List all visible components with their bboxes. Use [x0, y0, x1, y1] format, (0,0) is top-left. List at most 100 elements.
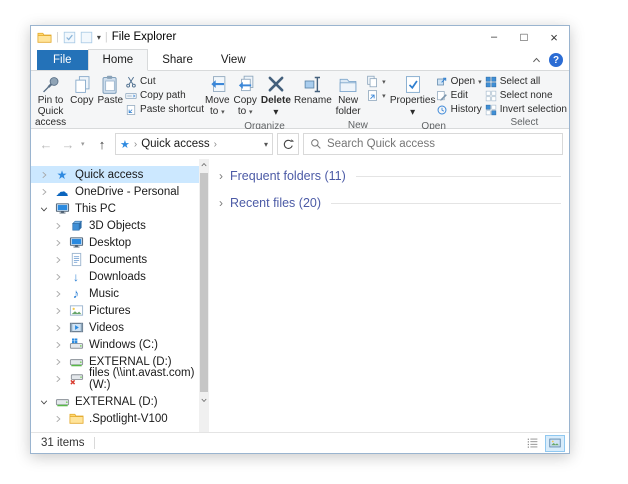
paste-shortcut-button[interactable]: Paste shortcut — [125, 103, 204, 116]
breadcrumb-chevron-icon[interactable]: › — [134, 139, 137, 150]
sidebar-item-quick-access[interactable]: ★ Quick access — [31, 166, 199, 183]
scroll-up-icon[interactable] — [199, 159, 209, 171]
chevron-right-icon[interactable] — [39, 187, 49, 197]
sidebar-item-desktop[interactable]: Desktop — [31, 234, 199, 251]
breadcrumb-path[interactable]: Quick access — [141, 138, 209, 150]
desktop-icon — [69, 235, 84, 250]
easy-access-icon — [366, 89, 379, 102]
chevron-right-icon[interactable] — [53, 414, 63, 424]
edit-button[interactable]: Edit — [436, 89, 482, 102]
pin-to-quick-access-button[interactable]: Pin to Quick access — [33, 73, 68, 129]
history-button[interactable]: History — [436, 103, 482, 116]
address-bar[interactable]: ★ › Quick access › ▾ — [115, 133, 273, 155]
quick-access-star-icon: ★ — [54, 168, 70, 182]
window-controls: – □ × — [479, 26, 569, 48]
chevron-right-icon[interactable] — [53, 255, 63, 265]
chevron-right-icon[interactable] — [53, 306, 63, 316]
forward-button[interactable]: → — [59, 137, 77, 152]
chevron-down-icon[interactable] — [39, 397, 49, 407]
sidebar-scrollbar[interactable] — [199, 159, 209, 432]
items-count: 31 items — [41, 437, 84, 449]
sidebar-item-network-drive-w[interactable]: files (\\int.avast.com) (W:) — [31, 370, 199, 387]
breadcrumb-chevron-icon[interactable]: › — [214, 139, 217, 150]
easy-access-button[interactable]: ▾ — [366, 89, 386, 102]
new-item-icon — [366, 75, 379, 88]
folder-icon — [69, 411, 84, 426]
sidebar-item-downloads[interactable]: ↓ Downloads — [31, 268, 199, 285]
up-button[interactable]: ↑ — [93, 137, 111, 152]
collapse-ribbon-icon[interactable] — [531, 55, 542, 66]
body-area: ★ Quick access ☁ OneDrive - Personal Thi… — [31, 159, 569, 432]
frequent-folders-group-header[interactable]: › Frequent folders (11) — [219, 169, 561, 183]
thumbnail-view-button[interactable] — [545, 435, 565, 452]
copy-to-button[interactable]: Copy to ▾ — [232, 73, 259, 119]
delete-button[interactable]: Delete ▾ — [259, 73, 293, 120]
search-box[interactable] — [303, 133, 563, 155]
maximize-button[interactable]: □ — [509, 26, 539, 48]
tab-share[interactable]: Share — [148, 50, 207, 70]
group-divider — [356, 176, 561, 177]
rename-button[interactable]: Rename — [293, 73, 333, 108]
search-input[interactable] — [327, 138, 556, 150]
select-all-icon — [485, 76, 497, 88]
sidebar-item-pictures[interactable]: Pictures — [31, 302, 199, 319]
new-folder-button[interactable]: New folder — [330, 73, 366, 119]
help-icon[interactable]: ? — [549, 53, 563, 67]
quick-access-toolbar: | ▾ | — [31, 30, 108, 45]
close-button[interactable]: × — [539, 26, 569, 48]
chevron-right-icon[interactable] — [53, 323, 63, 333]
chevron-right-icon[interactable] — [39, 170, 49, 180]
ribbon: Pin to Quick access Copy Paste Cut — [31, 71, 569, 129]
3d-objects-icon — [69, 218, 84, 233]
sidebar-item-this-pc[interactable]: This PC — [31, 200, 199, 217]
invert-selection-button[interactable]: Invert selection — [485, 103, 567, 116]
chevron-right-icon[interactable] — [53, 374, 63, 384]
chevron-right-icon[interactable] — [53, 340, 63, 350]
sidebar-item-spotlight-folder[interactable]: .Spotlight-V100 — [31, 410, 199, 427]
chevron-right-icon[interactable]: › — [219, 196, 223, 210]
chevron-right-icon[interactable] — [53, 272, 63, 282]
sidebar-item-onedrive[interactable]: ☁ OneDrive - Personal — [31, 183, 199, 200]
new-folder-icon — [337, 74, 359, 95]
properties-button[interactable]: Properties ▾ — [390, 73, 436, 120]
chevron-right-icon[interactable] — [53, 221, 63, 231]
select-all-button[interactable]: Select all — [485, 75, 567, 88]
customize-qat-caret-icon[interactable]: ▾ — [97, 33, 101, 42]
chevron-right-icon[interactable] — [53, 357, 63, 367]
properties-qat-icon[interactable] — [63, 31, 76, 44]
select-none-button[interactable]: Select none — [485, 89, 567, 102]
open-button[interactable]: Open ▾ — [436, 75, 482, 88]
details-view-button[interactable] — [523, 435, 543, 452]
address-dropdown-caret-icon[interactable]: ▾ — [264, 140, 268, 149]
tab-view[interactable]: View — [207, 50, 260, 70]
cut-button[interactable]: Cut — [125, 75, 204, 88]
ribbon-group-select: Select all Select none Invert selection … — [480, 71, 569, 128]
scroll-down-icon[interactable] — [199, 394, 209, 406]
sidebar-item-external-d-root[interactable]: EXTERNAL (D:) — [31, 393, 199, 410]
select-group-label: Select — [480, 116, 569, 130]
sidebar-item-videos[interactable]: Videos — [31, 319, 199, 336]
sidebar-item-music[interactable]: ♪ Music — [31, 285, 199, 302]
minimize-button[interactable]: – — [479, 26, 509, 48]
back-button[interactable]: ← — [37, 137, 55, 152]
scrollbar-thumb[interactable] — [200, 173, 208, 392]
paste-button[interactable]: Paste — [95, 73, 125, 108]
chevron-right-icon[interactable]: › — [219, 169, 223, 183]
sidebar-item-windows-c[interactable]: Windows (C:) — [31, 336, 199, 353]
recent-files-group-header[interactable]: › Recent files (20) — [219, 196, 561, 210]
new-item-button[interactable]: ▾ — [366, 75, 386, 88]
chevron-right-icon[interactable] — [53, 289, 63, 299]
copy-button[interactable]: Copy — [68, 73, 95, 108]
new-folder-qat-icon[interactable] — [80, 31, 93, 44]
chevron-down-icon[interactable] — [39, 204, 49, 214]
move-to-button[interactable]: Move to ▾ — [203, 73, 231, 119]
refresh-button[interactable] — [277, 133, 299, 155]
tab-file[interactable]: File — [37, 50, 88, 70]
chevron-right-icon[interactable] — [53, 238, 63, 248]
sidebar-item-3d-objects[interactable]: 3D Objects — [31, 217, 199, 234]
recent-locations-caret-icon[interactable]: ▾ — [81, 140, 89, 148]
sidebar-item-documents[interactable]: Documents — [31, 251, 199, 268]
tab-home[interactable]: Home — [88, 49, 149, 71]
copy-path-button[interactable]: Copy path — [125, 89, 204, 102]
caret-down-icon: ▾ — [382, 78, 386, 86]
